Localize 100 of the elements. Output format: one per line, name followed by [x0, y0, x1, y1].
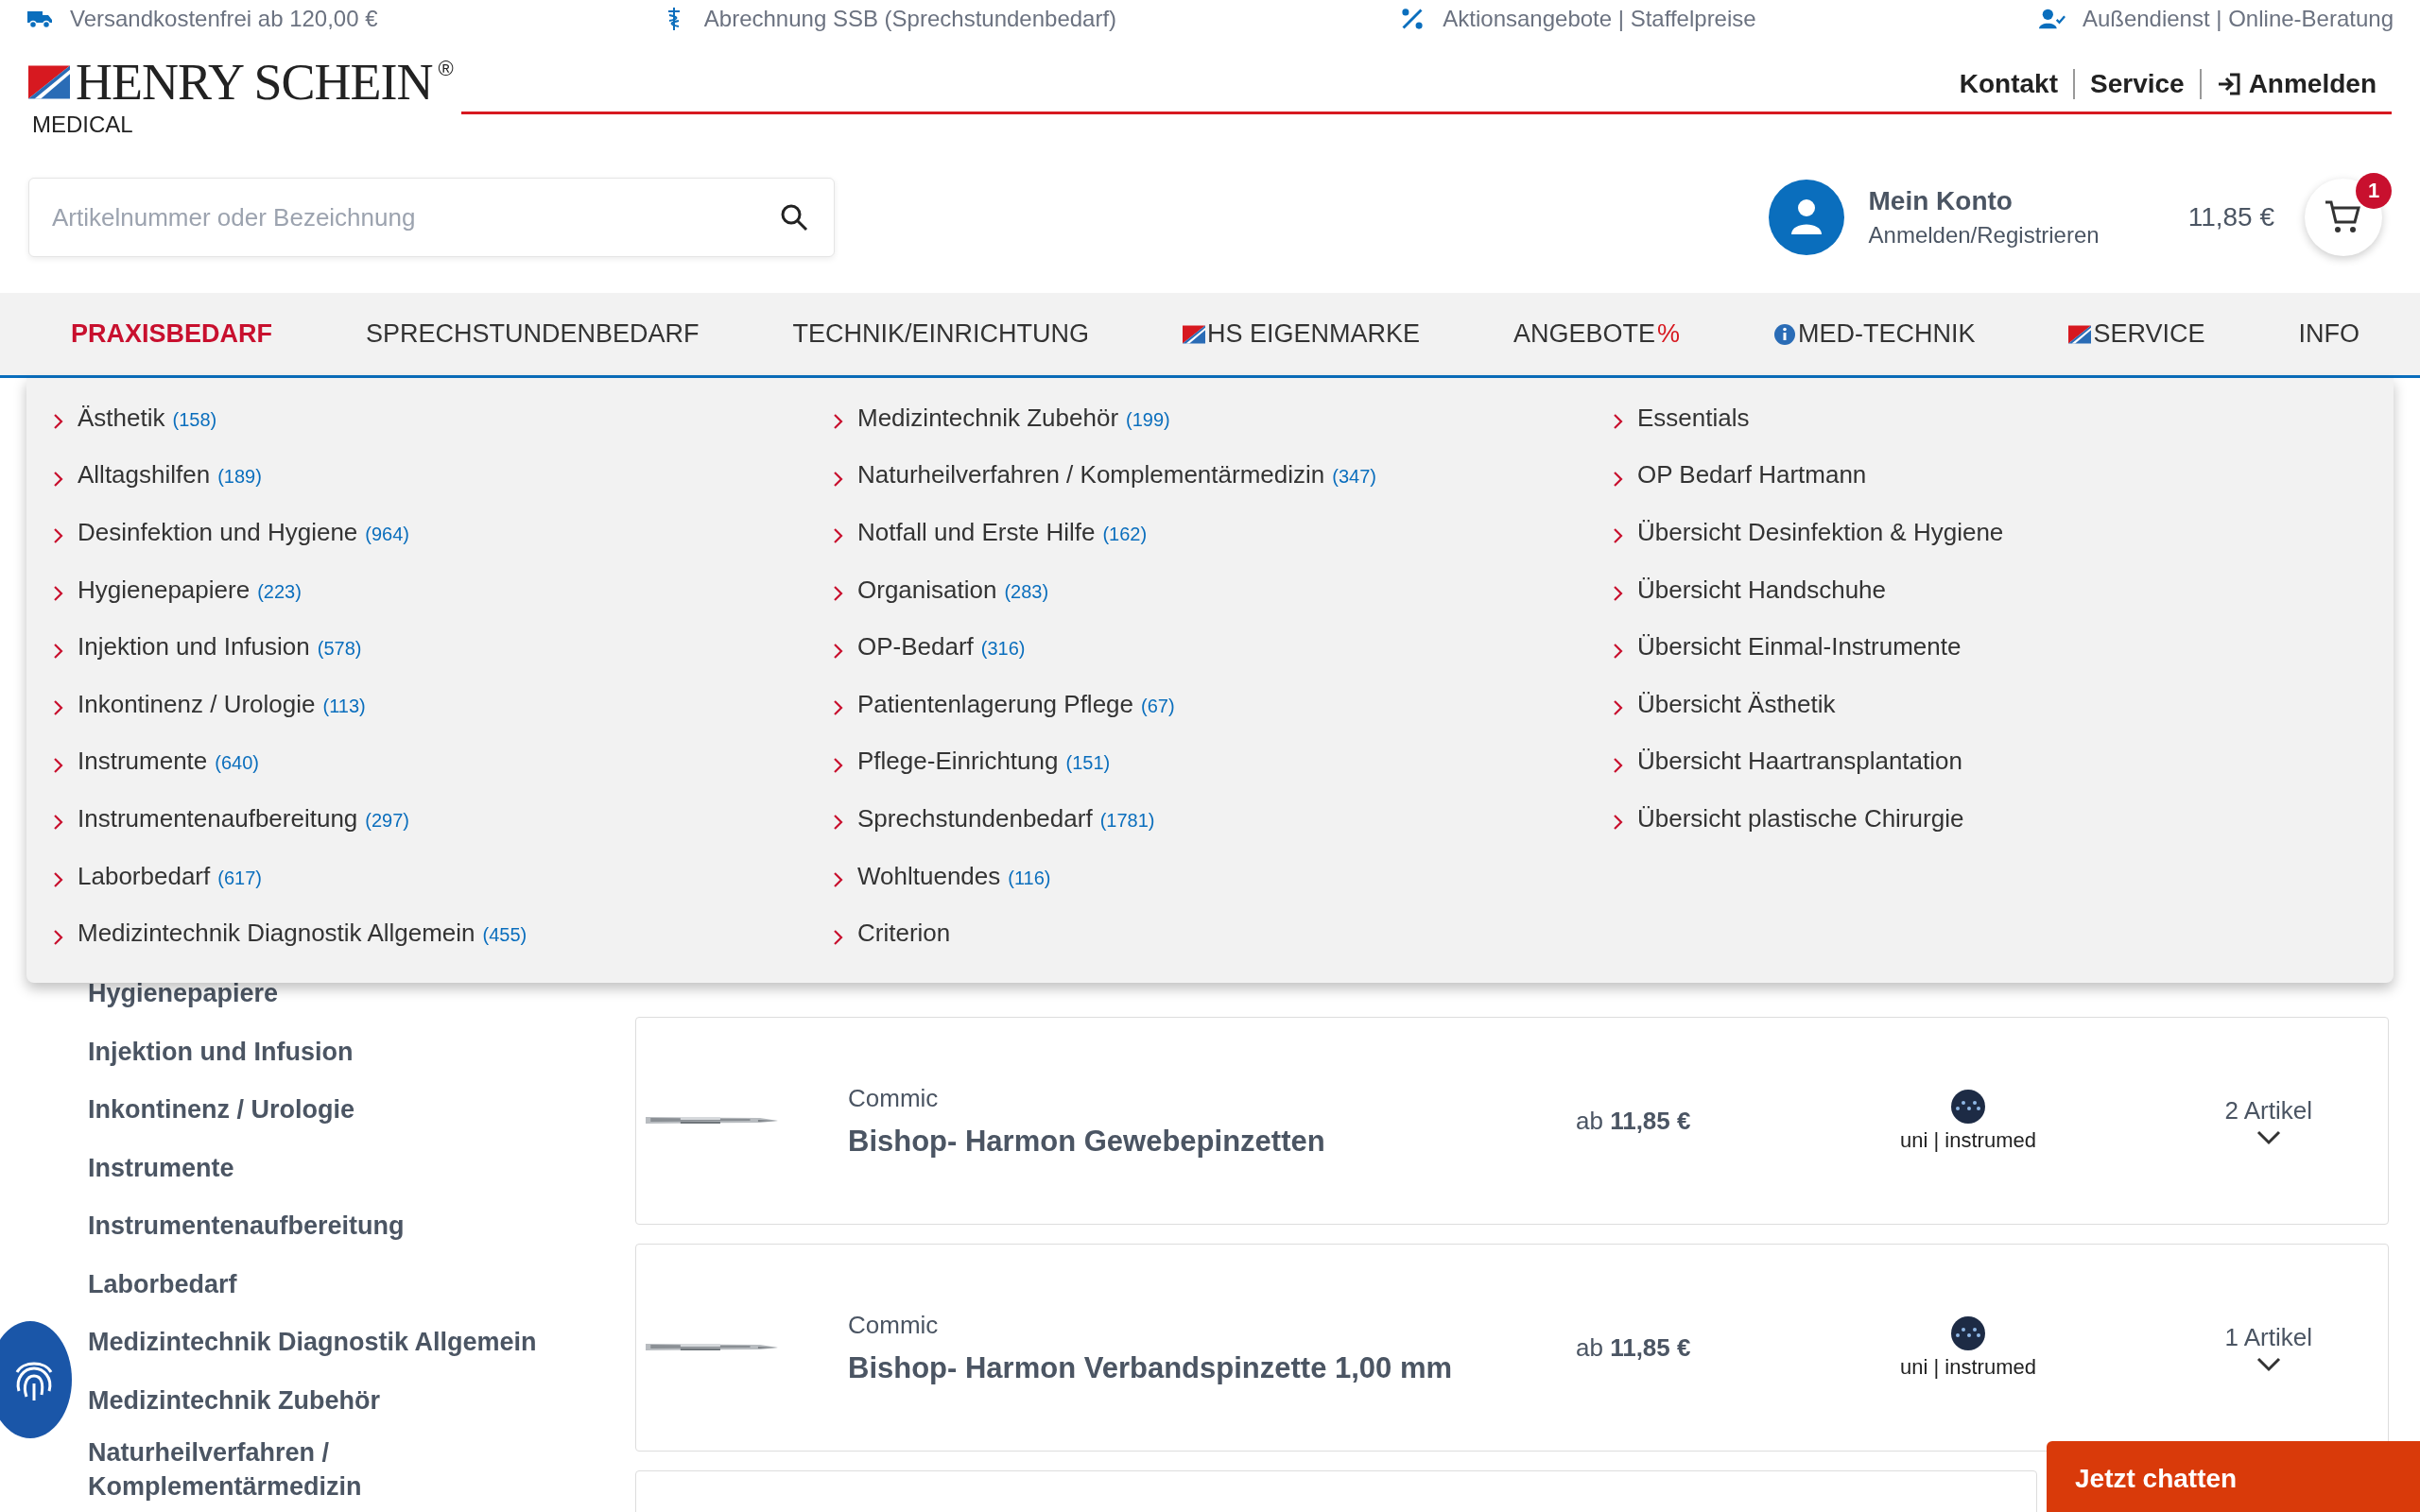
menu-item[interactable]: Übersicht Desinfektion & Hygiene [1613, 504, 2394, 561]
sidebar-item[interactable]: Inkontinenz / Urologie [88, 1081, 597, 1140]
menu-item[interactable]: Hygienepapiere (223) [53, 560, 833, 619]
menu-item[interactable]: Übersicht Einmal-Instrumente [1613, 618, 2394, 676]
menu-item[interactable]: Übersicht Handschuhe [1613, 560, 2394, 619]
promo-text: Aktionsangebote | Staffelpreise [1443, 6, 1756, 32]
header-link[interactable]: Service [2073, 69, 2200, 99]
chevron-down-icon[interactable] [2255, 1128, 2282, 1146]
menu-item[interactable]: Criterion [833, 904, 1613, 962]
search-field[interactable]: Artikelnummer oder Bezeichnung [28, 178, 835, 257]
chevron-icon [1613, 699, 1624, 717]
menu-item[interactable]: Instrumente (640) [53, 732, 833, 791]
menu-item[interactable]: Desinfektion und Hygiene (964) [53, 504, 833, 561]
account-subtitle[interactable]: Anmelden/Registrieren [1868, 222, 2100, 249]
menu-item[interactable]: Essentials [1613, 389, 2394, 447]
menu-item[interactable]: Alltagshilfen (189) [53, 446, 833, 505]
account-title[interactable]: Mein Konto [1868, 186, 2100, 216]
chevron-icon [833, 413, 844, 431]
menu-item[interactable]: Medizintechnik Diagnostik Allgemein (455) [53, 904, 833, 962]
chevron-icon [833, 527, 844, 545]
chevron-icon [1613, 470, 1624, 488]
nav-tab[interactable]: SPRECHSTUNDENBEDARF [366, 319, 700, 349]
variant-count[interactable]: 1 Artikel [2224, 1322, 2312, 1352]
chevron-icon [53, 413, 64, 431]
cart-total: 11,85 € [2187, 202, 2274, 232]
chevron-icon [53, 756, 64, 774]
chevron-icon [1613, 756, 1624, 774]
cart-badge: 1 [2356, 173, 2392, 209]
sidebar-item[interactable]: Naturheilverfahren / Komplementärmedizin [88, 1435, 597, 1503]
sidebar-item[interactable]: Injektion und Infusion [88, 1022, 597, 1081]
chevron-down-icon[interactable] [2255, 1355, 2282, 1373]
vendor-logo-icon [1950, 1089, 1986, 1125]
menu-item[interactable]: Pflege-Einrichtung (151) [833, 732, 1613, 791]
flag-icon [1182, 324, 1205, 344]
menu-item[interactable]: OP-Bedarf (316) [833, 618, 1613, 676]
header-link[interactable]: Anmelden [2199, 69, 2392, 99]
nav-tab[interactable]: SERVICE [2068, 319, 2205, 349]
menu-item[interactable]: OP Bedarf Hartmann [1613, 446, 2394, 505]
menu-item[interactable]: Übersicht plastische Chirurgie [1613, 790, 2394, 848]
nav-tab[interactable]: PRAXISBEDARF [71, 319, 273, 349]
menu-item[interactable]: Patientenlagerung Pflege (67) [833, 675, 1613, 733]
menu-item[interactable]: Inkontinenz / Urologie (113) [53, 675, 833, 733]
chevron-icon [53, 871, 64, 889]
chevron-icon [53, 814, 64, 832]
cart-button[interactable] [2305, 179, 2382, 256]
product-card[interactable]: Commic Bishop- Harmon Gewebepinzetten ab 11,85 € uni | instrumed 2 Artikel [635, 1017, 2389, 1225]
sidebar-item[interactable]: Laborbedarf [88, 1255, 597, 1314]
chevron-icon [1613, 814, 1624, 832]
menu-item[interactable]: Organisation (283) [833, 560, 1613, 619]
nav-tab[interactable]: ANGEBOTE% [1512, 319, 1680, 349]
chevron-icon [53, 527, 64, 545]
chevron-icon [53, 585, 64, 603]
nav-tab[interactable]: INFO [2298, 319, 2360, 349]
product-price: ab 11,85 € [1576, 1106, 1692, 1136]
menu-item[interactable]: Übersicht Haartransplantation [1613, 732, 2394, 791]
product-title[interactable]: Bishop- Harmon Verbandspinzette 1,00 mm [848, 1350, 1576, 1385]
chevron-icon [833, 642, 844, 660]
chat-button[interactable]: Jetzt chatten [2047, 1441, 2420, 1512]
menu-item[interactable]: Medizintechnik Zubehör (199) [833, 389, 1613, 447]
product-brand: Commic [848, 1083, 940, 1113]
search-icon[interactable] [780, 203, 808, 232]
variant-count[interactable]: 2 Artikel [2224, 1095, 2312, 1125]
chevron-icon [833, 928, 844, 946]
chevron-icon [1613, 642, 1624, 660]
product-price: ab 11,85 € [1576, 1332, 1692, 1363]
menu-item[interactable]: Instrumentenaufbereitung (297) [53, 790, 833, 848]
chevron-icon [833, 871, 844, 889]
chevron-icon [833, 470, 844, 488]
login-icon [2216, 72, 2241, 96]
promo-text: Abrechnung SSB (Sprechstundenbedarf) [703, 6, 1117, 32]
chevron-icon [1613, 527, 1624, 545]
menu-item[interactable]: Notfall und Erste Hilfe (162) [833, 504, 1613, 561]
sidebar-item[interactable]: Instrumentenaufbereitung [88, 1197, 597, 1256]
chevron-icon [833, 756, 844, 774]
chevron-icon [833, 585, 844, 603]
nav-tab[interactable]: HS EIGENMARKE [1182, 319, 1420, 349]
menu-item[interactable]: Laborbedarf (617) [53, 847, 833, 905]
vendor-logo-icon [1950, 1315, 1986, 1351]
menu-item[interactable]: Ästhetik (158) [53, 389, 833, 447]
chevron-icon [53, 928, 64, 946]
menu-item[interactable]: Naturheilverfahren / Komplementärmedizin (347) [833, 446, 1613, 505]
flag-icon [2068, 324, 2092, 344]
menu-item[interactable]: Wohltuendes (116) [833, 847, 1613, 905]
nav-tab[interactable]: TECHNIK/EINRICHTUNG [792, 319, 1089, 349]
product-brand: Commic [848, 1310, 940, 1340]
info-icon [1772, 322, 1796, 346]
menu-item[interactable]: Injektion und Infusion (578) [53, 618, 833, 676]
menu-item[interactable]: Sprechstundenbedarf (1781) [833, 790, 1613, 848]
sidebar-item[interactable]: Medizintechnik Zubehör [88, 1371, 597, 1430]
sidebar-item[interactable]: Instrumente [88, 1139, 597, 1197]
product-title[interactable]: Bishop- Harmon Gewebepinzetten [848, 1124, 1576, 1159]
user-check-icon [2038, 7, 2066, 31]
sidebar-item[interactable]: Medizintechnik Diagnostik Allgemein [88, 1314, 597, 1372]
header-link[interactable]: Kontakt [1944, 69, 2073, 99]
vendor-name: uni | instrumed [1900, 1355, 2036, 1380]
chevron-icon [53, 642, 64, 660]
nav-tab[interactable]: MED-TECHNIK [1772, 319, 1976, 349]
vendor-name: uni | instrumed [1900, 1128, 2036, 1153]
menu-item[interactable]: Übersicht Ästhetik [1613, 675, 2394, 733]
chevron-icon [53, 699, 64, 717]
